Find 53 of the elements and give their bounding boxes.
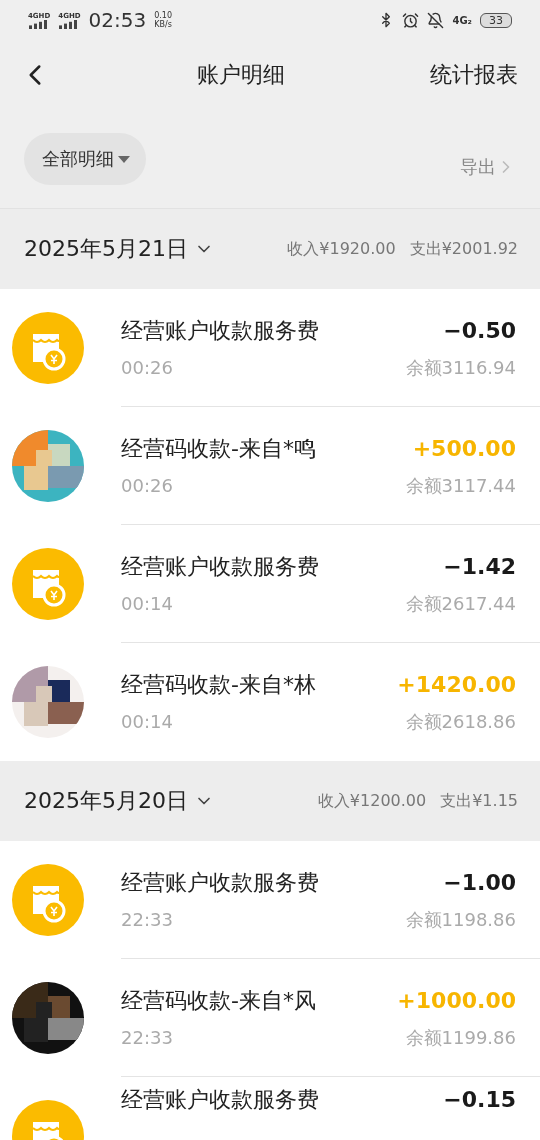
balance-text: 余额3117.44	[405, 473, 516, 498]
expense-total: 支出¥2001.92	[409, 238, 518, 260]
transaction-amount: −0.50	[443, 317, 516, 343]
balance-text: 余额2618.86	[405, 710, 516, 734]
speed-value: 0.10	[154, 11, 173, 20]
income-total: 收入¥1920.00	[287, 238, 396, 260]
store-icon	[12, 312, 84, 384]
transaction-title: 经营码收款-来自*林	[121, 671, 316, 699]
transaction-amount: +1420.00	[397, 672, 516, 697]
transaction-time: 00:14	[121, 592, 173, 614]
store-icon	[12, 548, 84, 620]
date-dropdown[interactable]: 2025年5月21日	[24, 234, 214, 264]
statistics-link[interactable]: 统计报表	[430, 60, 518, 90]
caret-icon	[118, 155, 130, 163]
filter-dropdown[interactable]: 全部明细	[24, 133, 146, 185]
transaction-row[interactable]: 经营码收款-来自*林 +1420.00 00:14 余额2618.86	[0, 643, 540, 761]
balance-text: 余额1199.86	[405, 1025, 516, 1050]
transaction-row[interactable]: 经营账户收款服务费 −1.42 00:14 余额2617.44	[0, 525, 540, 643]
transaction-time: 00:26	[121, 474, 173, 496]
balance-text: 余额2617.44	[405, 591, 516, 616]
battery-level: 33	[480, 12, 512, 28]
transaction-title: 经营码收款-来自*风	[121, 986, 316, 1015]
income-total: 收入¥1200.00	[317, 790, 427, 812]
transaction-title: 经营账户收款服务费	[121, 316, 319, 345]
transaction-row[interactable]: 经营码收款-来自*鸣 +500.00 00:26 余额3117.44	[0, 407, 540, 525]
transaction-time: 00:14	[121, 711, 173, 732]
transaction-time: 22:33	[121, 1026, 173, 1048]
transaction-amount: −1.42	[443, 553, 516, 579]
transaction-title: 经营账户收款服务费	[121, 1086, 319, 1114]
transaction-row[interactable]: 经营账户收款服务费 −0.15	[0, 1077, 540, 1140]
transaction-title: 经营码收款-来自*鸣	[121, 434, 316, 463]
expense-total: 支出¥1.15	[440, 790, 518, 812]
network-label: 4G₂	[452, 14, 472, 26]
transaction-amount: +1000.00	[397, 987, 516, 1013]
transaction-amount: +500.00	[412, 435, 516, 461]
transaction-title: 经营账户收款服务费	[121, 868, 319, 897]
balance-text: 余额3116.94	[405, 355, 516, 380]
transaction-time: 00:26	[121, 356, 173, 378]
balance-text: 余额1198.86	[405, 907, 516, 932]
transaction-time: 22:33	[121, 908, 173, 930]
transaction-amount: −0.15	[443, 1087, 516, 1112]
transaction-row[interactable]: 经营码收款-来自*风 +1000.00 22:33 余额1199.86	[0, 959, 540, 1077]
transaction-row[interactable]: 经营账户收款服务费 −0.50 00:26 余额3116.94	[0, 289, 540, 407]
transaction-amount: −1.00	[443, 869, 516, 895]
transaction-row[interactable]: 经营账户收款服务费 −1.00 22:33 余额1198.86	[0, 841, 540, 959]
bell-off-icon	[427, 11, 445, 29]
transaction-title: 经营账户收款服务费	[121, 552, 319, 581]
clock-time: 02:53	[88, 8, 147, 32]
speed-unit: KB/s	[154, 20, 173, 29]
store-icon	[12, 864, 84, 936]
alarm-icon	[402, 11, 420, 29]
page-title: 账户明细	[197, 61, 285, 89]
date-dropdown[interactable]: 2025年5月20日	[24, 786, 214, 816]
